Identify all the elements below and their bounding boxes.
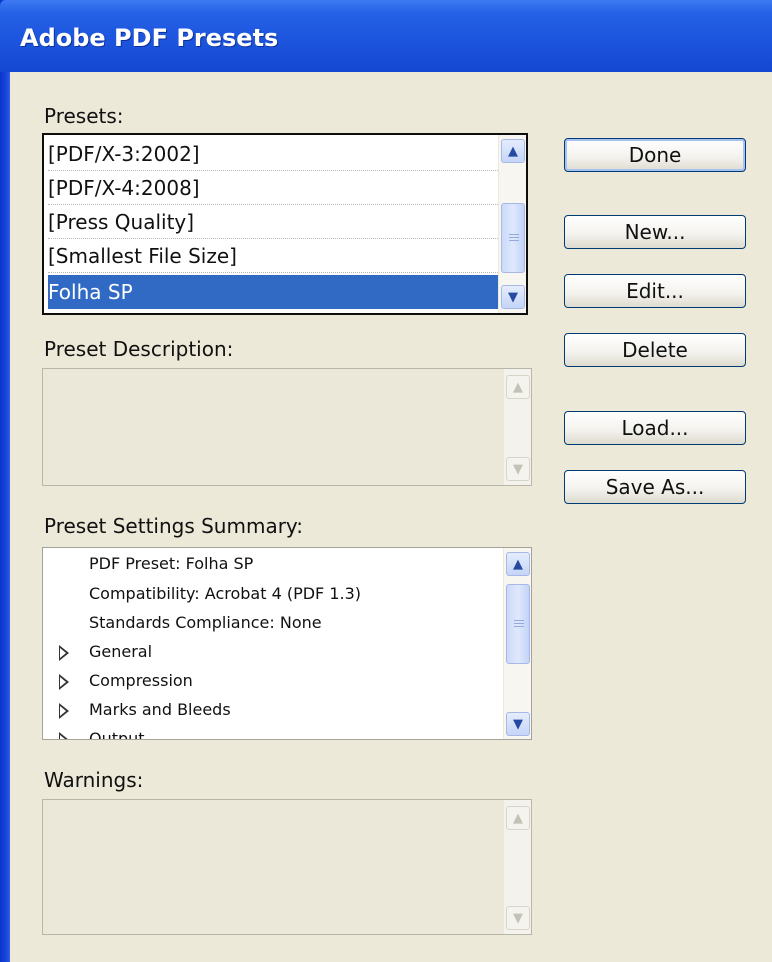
- preset-item[interactable]: [Press Quality]: [48, 205, 500, 239]
- chevron-up-icon[interactable]: ▲: [501, 139, 525, 163]
- preset-settings-summary-label: Preset Settings Summary:: [44, 514, 304, 538]
- summary-section-general[interactable]: General: [89, 642, 152, 661]
- summary-line: Compatibility: Acrobat 4 (PDF 1.3): [89, 584, 362, 603]
- presets-scrollbar[interactable]: ▲ ▼: [498, 135, 526, 313]
- summary-section-marks-and-bleeds[interactable]: Marks and Bleeds: [89, 700, 231, 719]
- done-button[interactable]: Done: [564, 138, 746, 172]
- summary-section-output[interactable]: Output: [89, 729, 145, 739]
- preset-description-box: ▲ ▼: [42, 368, 532, 486]
- preset-item-selected[interactable]: Folha SP: [48, 275, 500, 309]
- warnings-scrollbar: ▲ ▼: [503, 800, 531, 934]
- chevron-up-icon: ▲: [506, 375, 530, 399]
- scroll-thumb[interactable]: [506, 584, 530, 664]
- summary-line: PDF Preset: Folha SP: [89, 554, 254, 573]
- preset-item[interactable]: [PDF/X-3:2002]: [48, 137, 500, 171]
- triangle-right-icon[interactable]: [59, 703, 69, 719]
- window-title: Adobe PDF Presets: [20, 24, 279, 52]
- delete-button[interactable]: Delete: [564, 333, 746, 367]
- chevron-down-icon: ▼: [506, 906, 530, 930]
- chevron-up-icon[interactable]: ▲: [506, 552, 530, 576]
- title-bar[interactable]: Adobe PDF Presets: [0, 0, 772, 72]
- triangle-right-icon[interactable]: [59, 674, 69, 690]
- presets-label: Presets:: [44, 104, 124, 128]
- save-as-button[interactable]: Save As...: [564, 470, 746, 504]
- edit-button[interactable]: Edit...: [564, 274, 746, 308]
- summary-section-compression[interactable]: Compression: [89, 671, 193, 690]
- load-button[interactable]: Load...: [564, 411, 746, 445]
- triangle-right-icon[interactable]: [59, 645, 69, 661]
- preset-item[interactable]: [Smallest File Size]: [48, 239, 500, 273]
- scroll-thumb[interactable]: [501, 203, 525, 273]
- triangle-right-icon[interactable]: [59, 732, 69, 739]
- preset-item[interactable]: [PDF/X-4:2008]: [48, 171, 500, 205]
- warnings-label: Warnings:: [44, 768, 144, 792]
- summary-line: Standards Compliance: None: [89, 613, 322, 632]
- warnings-box: ▲ ▼: [42, 799, 532, 935]
- chevron-down-icon[interactable]: ▼: [506, 712, 530, 736]
- chevron-down-icon[interactable]: ▼: [501, 285, 525, 309]
- presets-list[interactable]: [PDF/X-3:2002] [PDF/X-4:2008] [Press Qua…: [42, 133, 528, 315]
- preset-description-label: Preset Description:: [44, 337, 234, 361]
- preset-settings-summary-box[interactable]: PDF Preset: Folha SP Compatibility: Acro…: [42, 547, 532, 740]
- chevron-down-icon: ▼: [506, 457, 530, 481]
- new-button[interactable]: New...: [564, 215, 746, 249]
- chevron-up-icon: ▲: [506, 806, 530, 830]
- description-scrollbar: ▲ ▼: [503, 369, 531, 485]
- summary-scrollbar[interactable]: ▲ ▼: [503, 548, 531, 739]
- window-frame-left: [0, 0, 10, 962]
